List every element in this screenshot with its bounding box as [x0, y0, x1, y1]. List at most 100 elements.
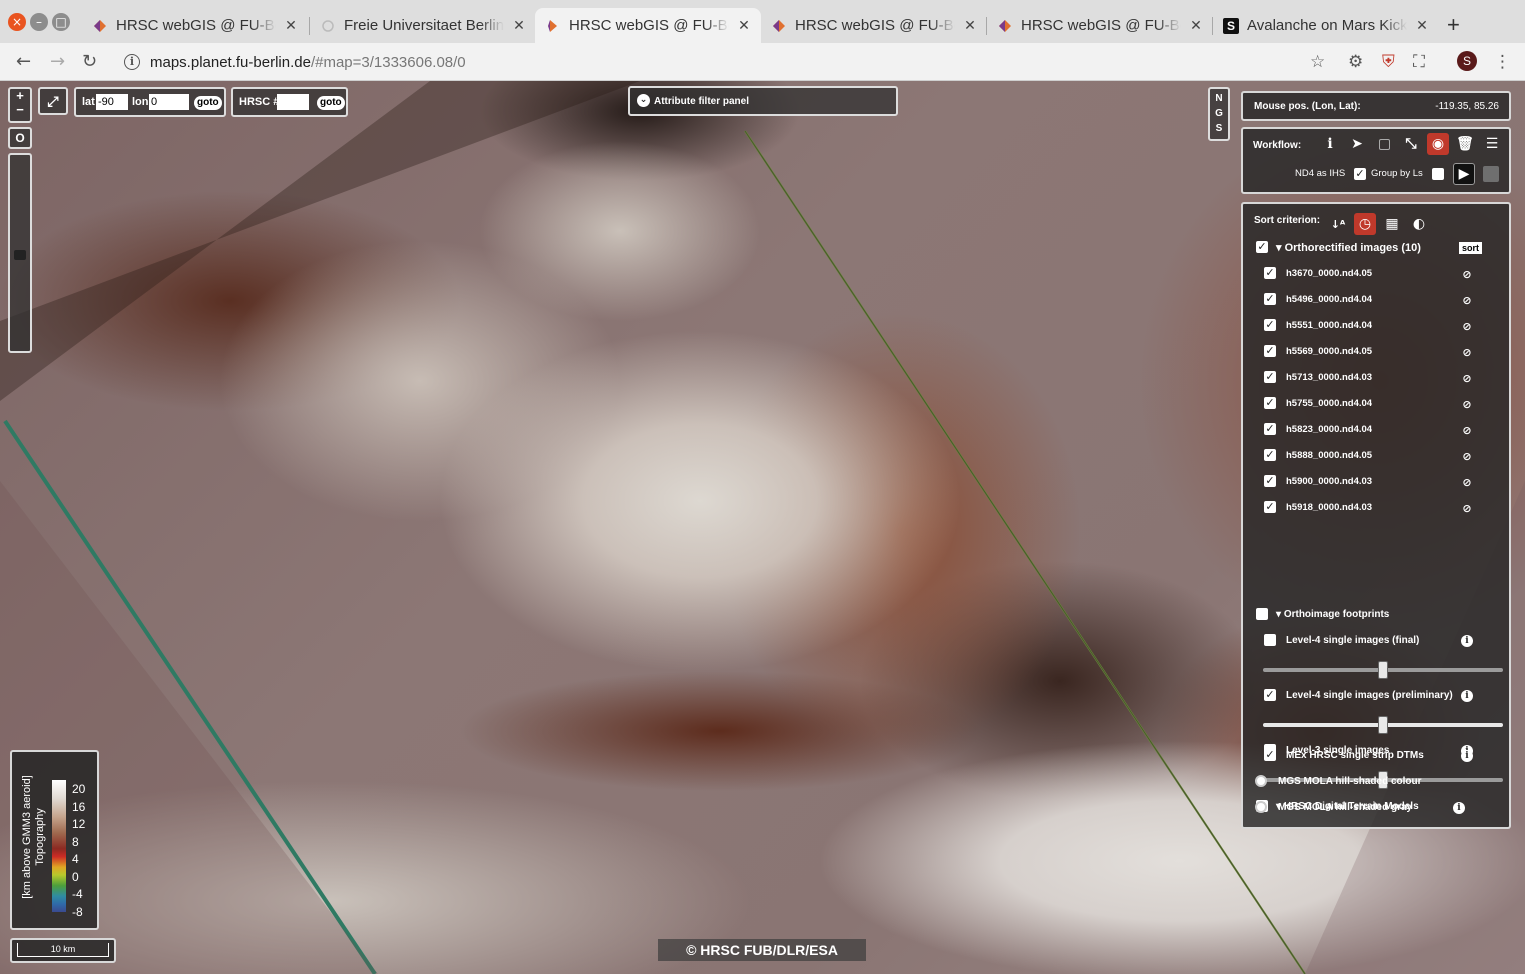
dtm-single-strip-checkbox[interactable]: ✓	[1264, 749, 1276, 761]
info-icon[interactable]: i	[1319, 133, 1341, 155]
footprints-toggle[interactable]: ▾ Orthoimage footprints	[1276, 609, 1389, 620]
info-circle-icon[interactable]: i	[1461, 750, 1473, 762]
browser-tab[interactable]: Freie Universitaet Berlin ✕	[310, 8, 536, 43]
tab-close-icon[interactable]: ✕	[512, 17, 526, 34]
hide-layer-icon[interactable]: ⊘	[1461, 373, 1473, 385]
tab-close-icon[interactable]: ✕	[284, 17, 298, 34]
info-circle-icon[interactable]: i	[1461, 690, 1473, 702]
browser-tab[interactable]: HRSC webGIS @ FU-Berlin ✕	[987, 8, 1213, 43]
lat-input[interactable]	[96, 94, 128, 110]
ortho-image-checkbox[interactable]: ✓	[1264, 293, 1276, 305]
hide-layer-icon[interactable]: ⊘	[1461, 425, 1473, 437]
ortho-image-checkbox[interactable]: ✓	[1264, 397, 1276, 409]
level4-prelim-checkbox[interactable]: ✓	[1264, 689, 1276, 701]
back-arrow-icon[interactable]: ←	[16, 51, 31, 72]
browser-tab[interactable]: HRSC webGIS @ FU-Berlin ✕	[761, 8, 987, 43]
sort-button[interactable]: sort	[1459, 242, 1483, 254]
browser-tab[interactable]: S Avalanche on Mars Kick ✕	[1213, 8, 1439, 43]
lon-label: lon	[132, 96, 149, 108]
ortho-group-checkbox[interactable]: ✓	[1256, 241, 1268, 253]
hide-layer-icon[interactable]: ⊘	[1461, 503, 1473, 515]
site-info-icon[interactable]: i	[124, 54, 140, 70]
level4-final-opacity-slider[interactable]	[1263, 661, 1503, 679]
hide-eye-icon[interactable]: ◉	[1427, 133, 1449, 155]
footprints-checkbox[interactable]	[1256, 608, 1268, 620]
select-box-icon[interactable]	[1373, 133, 1395, 155]
zoom-in-button[interactable]: +	[10, 89, 30, 103]
ortho-image-name: h5569_0000.nd4.05	[1286, 346, 1373, 357]
hrsc-input[interactable]	[277, 94, 309, 110]
hrsc-goto-button[interactable]: goto	[317, 96, 345, 110]
navigate-arrow-icon[interactable]: ➤	[1346, 133, 1368, 155]
ortho-image-checkbox[interactable]: ✓	[1264, 345, 1276, 357]
screen-capture-icon[interactable]: ⛶	[1413, 52, 1425, 72]
play-icon[interactable]: ▶	[1453, 163, 1475, 185]
reload-icon[interactable]: ↻	[82, 51, 97, 72]
hide-layer-icon[interactable]: ⊘	[1461, 321, 1473, 333]
ortho-image-checkbox[interactable]: ✓	[1264, 449, 1276, 461]
bookmark-star-icon[interactable]: ☆	[1310, 52, 1325, 72]
mola-colour-radio[interactable]	[1255, 775, 1267, 787]
hide-layer-icon[interactable]: ⊘	[1461, 399, 1473, 411]
zoom-out-button[interactable]: −	[10, 103, 30, 117]
address-bar[interactable]: i maps.planet.fu-berlin.de /#map=3/13336…	[112, 48, 1332, 76]
footprints-title: Orthoimage footprints	[1283, 609, 1390, 620]
sort-alpha-icon[interactable]: ↓ᴬ	[1327, 213, 1349, 235]
ortho-group-title: Orthorectified images (10)	[1284, 242, 1421, 254]
zoom-slider[interactable]	[8, 153, 32, 353]
reset-rotation-button[interactable]: O	[8, 127, 32, 149]
hide-layer-icon[interactable]: ⊘	[1461, 477, 1473, 489]
tab-close-icon[interactable]: ✕	[963, 17, 977, 34]
level4-final-checkbox[interactable]	[1264, 634, 1276, 646]
slider-thumb[interactable]	[1378, 716, 1388, 734]
window-minimize-button[interactable]: –	[30, 13, 48, 31]
info-circle-icon[interactable]: i	[1453, 802, 1465, 814]
ortho-image-checkbox[interactable]: ✓	[1264, 319, 1276, 331]
browser-tab[interactable]: HRSC webGIS @ FU-Berlin ✕	[82, 8, 308, 43]
sort-time-clock-icon[interactable]: ◷	[1354, 213, 1376, 235]
ortho-image-checkbox[interactable]: ✓	[1264, 371, 1276, 383]
shield-extension-icon[interactable]: ⛨	[1382, 52, 1395, 72]
nd4-ihs-checkbox[interactable]: ✓	[1354, 168, 1366, 180]
group-by-ls-checkbox[interactable]	[1432, 168, 1444, 180]
slider-thumb[interactable]	[1378, 661, 1388, 679]
stop-button[interactable]	[1483, 166, 1499, 182]
zoom-slider-thumb[interactable]	[14, 250, 26, 260]
browser-tab-active[interactable]: HRSC webGIS @ FU-Berlin ✕	[535, 8, 761, 43]
lon-input[interactable]	[149, 94, 189, 110]
window-maximize-button[interactable]: □	[52, 13, 70, 31]
ortho-image-checkbox[interactable]: ✓	[1264, 501, 1276, 513]
trash-icon[interactable]: 🗑	[1454, 133, 1476, 155]
tab-close-icon[interactable]: ✕	[737, 17, 751, 34]
hide-layer-icon[interactable]: ⊘	[1461, 269, 1473, 281]
window-close-button[interactable]: ×	[8, 13, 26, 31]
profile-avatar[interactable]: S	[1457, 51, 1477, 71]
tab-close-icon[interactable]: ✕	[1189, 17, 1203, 34]
tab-close-icon[interactable]: ✕	[1415, 17, 1429, 34]
menu-kebab-icon[interactable]: ⋮	[1494, 52, 1511, 72]
attribute-filter-panel-toggle[interactable]: ⌄ Attribute filter panel	[628, 86, 898, 116]
mola-gray-radio[interactable]	[1255, 801, 1267, 813]
new-tab-icon[interactable]: +	[1447, 12, 1460, 38]
ortho-image-checkbox[interactable]: ✓	[1264, 475, 1276, 487]
ngs-toggle[interactable]: N G S	[1208, 87, 1230, 141]
menu-lines-icon[interactable]: ☰	[1481, 133, 1503, 155]
extension-icon[interactable]: ⚙	[1348, 52, 1363, 72]
ortho-image-checkbox[interactable]: ✓	[1264, 423, 1276, 435]
info-circle-icon[interactable]: i	[1461, 635, 1473, 647]
map-canvas[interactable]: + − ⤢ O lat lon goto HRSC # goto ⌄ Attri…	[0, 81, 1525, 974]
hide-layer-icon[interactable]: ⊘	[1461, 295, 1473, 307]
hide-layer-icon[interactable]: ⊘	[1461, 347, 1473, 359]
level4-prelim-opacity-slider[interactable]	[1263, 716, 1503, 734]
zoom-control: + −	[8, 87, 32, 123]
forward-arrow-icon[interactable]: →	[50, 51, 65, 72]
grid-icon[interactable]: ▦	[1381, 213, 1403, 235]
contrast-icon[interactable]: ◐	[1408, 213, 1430, 235]
compress-arrows-icon[interactable]: ⤡	[1400, 133, 1422, 155]
fullscreen-button[interactable]: ⤢	[38, 87, 68, 115]
ortho-group-toggle[interactable]: ▾ Orthorectified images (10)	[1276, 241, 1421, 254]
ortho-image-name: h5551_0000.nd4.04	[1286, 320, 1373, 331]
ortho-image-checkbox[interactable]: ✓	[1264, 267, 1276, 279]
hide-layer-icon[interactable]: ⊘	[1461, 451, 1473, 463]
latlon-goto-button[interactable]: goto	[194, 96, 222, 110]
